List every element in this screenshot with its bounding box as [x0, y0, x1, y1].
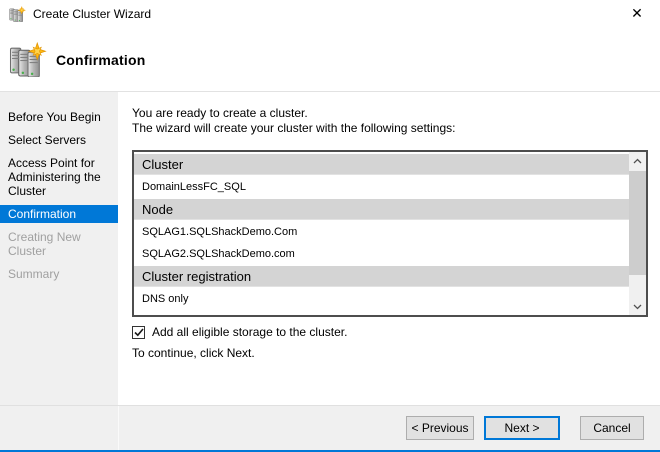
footer-divider — [118, 406, 119, 450]
cluster-icon — [9, 42, 47, 77]
settings-value: DomainLessFC_SQL — [134, 177, 629, 197]
settings-value: SQLAG2.SQLShackDemo.com — [134, 244, 629, 264]
cancel-button[interactable]: Cancel — [580, 416, 644, 440]
sidebar-item-before-you-begin[interactable]: Before You Begin — [0, 108, 118, 126]
settings-value: SQLAG1.SQLShackDemo.Com — [134, 222, 629, 242]
vertical-scrollbar[interactable] — [629, 152, 646, 315]
scroll-down-icon[interactable] — [629, 298, 646, 315]
sidebar-item-select-servers[interactable]: Select Servers — [0, 131, 118, 149]
create-cluster-wizard-window: Create Cluster Wizard ✕ Confirmation Bef… — [0, 0, 660, 452]
settings-report-list[interactable]: Cluster DomainLessFC_SQL Node SQLAG1.SQLSha… — [132, 150, 648, 317]
close-icon[interactable]: ✕ — [622, 1, 652, 27]
settings-list: Cluster DomainLessFC_SQL Node SQLAG1.SQLSha… — [134, 152, 629, 315]
page-title: Confirmation — [56, 51, 146, 68]
intro-line-2: The wizard will create your cluster with… — [132, 121, 456, 135]
wizard-header: Confirmation — [0, 28, 660, 92]
wizard-steps-sidebar: Before You Begin Select Servers Access Poi… — [0, 92, 118, 405]
cluster-icon — [9, 6, 26, 22]
settings-section-header: Cluster registration — [134, 266, 629, 287]
add-storage-checkbox-label[interactable]: Add all eligible storage to the cluster. — [152, 325, 347, 339]
sidebar-item-confirmation[interactable]: Confirmation — [0, 205, 118, 223]
add-storage-checkbox[interactable] — [132, 325, 145, 339]
settings-section-header: Node — [134, 199, 629, 220]
window-title: Create Cluster Wizard — [33, 7, 152, 21]
title-bar: Create Cluster Wizard ✕ — [0, 0, 660, 28]
sidebar-item-creating-new-cluster: Creating New Cluster — [8, 230, 81, 258]
wizard-button-bar: < Previous Next > Cancel — [0, 405, 660, 450]
scroll-up-icon[interactable] — [629, 152, 646, 169]
settings-section-header: Cluster — [134, 154, 629, 175]
intro-line-1: You are ready to create a cluster. — [132, 106, 308, 120]
previous-button[interactable]: < Previous — [406, 416, 474, 440]
continue-hint: To continue, click Next. — [132, 346, 255, 360]
confirmation-content: You are ready to create a cluster. The w… — [118, 92, 660, 405]
scrollbar-thumb[interactable] — [629, 171, 646, 275]
sidebar-item-access-point-for-administering-the-cluster[interactable]: Access Point for Administering the Clust… — [0, 154, 118, 200]
sidebar-item-summary: Summary — [8, 267, 60, 281]
next-button[interactable]: Next > — [484, 416, 560, 440]
settings-value: DNS only — [134, 289, 629, 309]
